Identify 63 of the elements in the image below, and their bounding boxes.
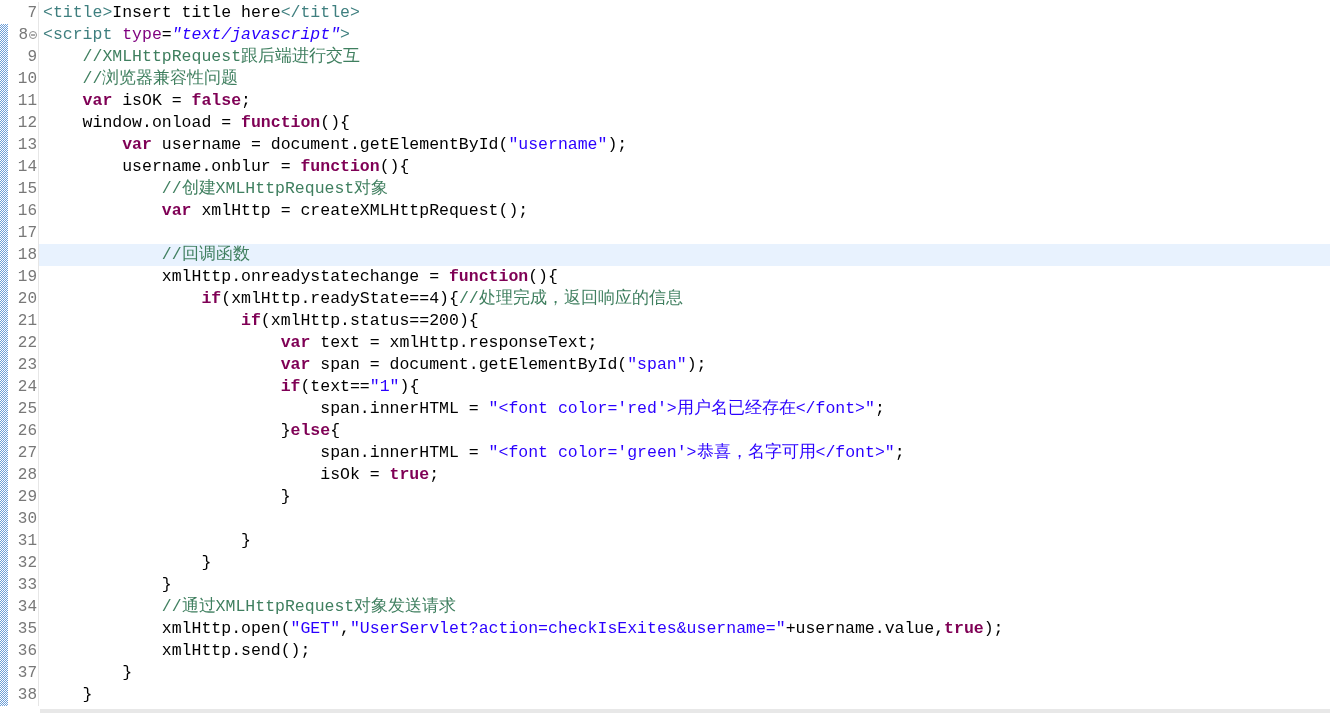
code-line: <script type="text/javascript"> [43,26,350,44]
line-number: 9 [27,49,37,65]
line-number: 21 [17,313,37,329]
code-line: //回调函数 [160,246,250,264]
code-line: //通过XMLHttpRequest对象发送请求 [160,598,457,616]
code-line: } [200,554,212,572]
line-number: 10 [17,71,37,87]
code-line: } [160,576,172,594]
code-line: span.innerHTML = "<font color='green'>恭喜，名字可用</font>"; [319,444,905,462]
line-number: 33 [17,577,37,593]
code-line: } [279,488,291,506]
code-line: if(xmlHttp.readyState==4){//处理完成，返回响应的信息 [200,290,683,308]
line-number: 8 [18,27,28,43]
code-line: var xmlHttp = createXMLHttpRequest(); [160,202,529,220]
line-number: 29 [17,489,37,505]
code-line: var isOK = false; [81,92,251,110]
line-number: 25 [17,401,37,417]
code-line: isOk = true; [319,466,440,484]
line-number: 12 [17,115,37,131]
line-number: 11 [17,93,37,109]
code-line: } [121,664,133,682]
line-number: 22 [17,335,37,351]
code-line: } [240,532,251,550]
code-line: span.innerHTML = "<font color='red'>用户名已经存在</font>"; [319,400,885,418]
line-number: 7 [27,5,37,21]
collapse-icon[interactable] [29,31,37,39]
line-number: 17 [17,225,37,241]
line-number: 24 [17,379,37,395]
code-line: var span = document.getElementById("span"); [279,356,707,374]
line-number: 20 [17,291,37,307]
line-number: 30 [17,511,37,527]
line-number: 31 [17,533,37,549]
code-line: window.onload = function(){ [81,114,350,132]
code-line: //浏览器兼容性问题 [81,70,239,88]
line-number: 14 [17,159,37,175]
code-line: xmlHttp.onreadystatechange = function(){ [160,268,558,286]
line-number: 18 [17,247,37,263]
line-number: 27 [17,445,37,461]
line-number: 38 [17,687,37,703]
code-line: if(xmlHttp.status==200){ [240,312,479,330]
line-number: 13 [17,137,37,153]
code-line: //XMLHttpRequest跟后端进行交互 [81,48,361,66]
line-number: 15 [17,181,37,197]
line-number: 26 [17,423,37,439]
line-number: 32 [17,555,37,571]
line-number: 37 [17,665,37,681]
line-number: 19 [17,269,37,285]
code-line: xmlHttp.send(); [160,642,311,660]
line-number: 35 [17,621,37,637]
code-line: if(text=="1"){ [279,378,420,396]
code-line: xmlHttp.open("GET","UserServlet?action=checkIsExites&username="+username.value,true); [160,620,1004,638]
code-line: username.onblur = function(){ [121,158,410,176]
code-line: //创建XMLHttpRequest对象 [160,180,389,198]
code-line: var username = document.getElementById("username"); [121,136,628,154]
line-number: 16 [17,203,37,219]
code-line: } [81,686,93,704]
line-number: 23 [17,357,37,373]
code-line: var text = xmlHttp.responseText; [279,334,598,352]
line-number: 34 [17,599,37,615]
line-number: 28 [17,467,37,483]
code-line: <title>Insert title here</title> [43,4,360,22]
line-number: 36 [17,643,37,659]
code-line: }else{ [279,422,341,440]
